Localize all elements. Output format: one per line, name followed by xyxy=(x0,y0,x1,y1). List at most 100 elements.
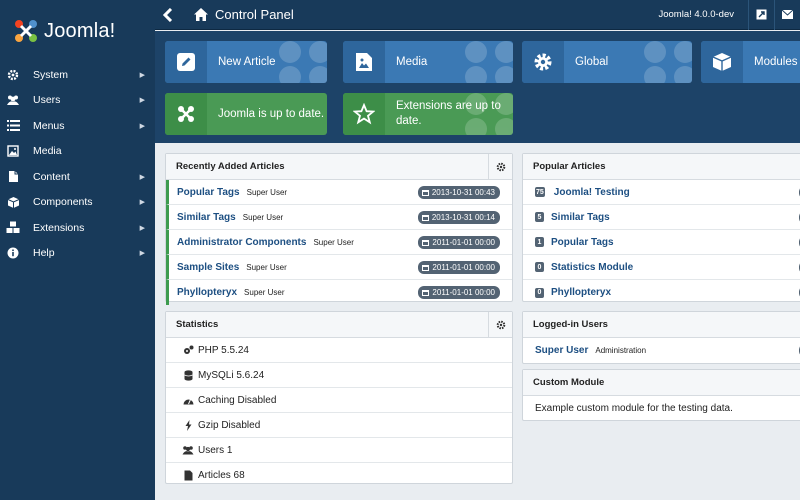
article-link[interactable]: Phyllopteryx xyxy=(551,287,611,298)
envelope-icon xyxy=(782,10,793,19)
user-link[interactable]: Super User xyxy=(535,345,588,356)
panel-title: Statistics xyxy=(176,319,219,330)
sidebar-item-label: Menus xyxy=(33,119,65,132)
users-icon xyxy=(182,444,194,456)
sidebar-item-components[interactable]: Components ▶ xyxy=(0,190,155,216)
panel-header: Statistics xyxy=(166,312,512,338)
statistic-row: Articles 68 xyxy=(166,463,512,488)
article-link[interactable]: Phyllopteryx xyxy=(177,287,237,298)
joomla-watermark-icon xyxy=(279,41,327,83)
joomla-update-status-button[interactable]: Joomla is up to date. xyxy=(165,93,327,135)
article-link[interactable]: Joomla! Testing xyxy=(554,187,630,198)
article-link[interactable]: Popular Tags xyxy=(177,187,240,198)
sidebar-item-help[interactable]: Help ▶ xyxy=(0,241,155,267)
statistics-panel: Statistics PHP 5.5.24 MySQLi 5.6.24 Cach… xyxy=(165,311,513,484)
hits-badge: 75 xyxy=(535,187,545,197)
sidebar-item-media[interactable]: Media xyxy=(0,139,155,165)
sidebar-item-label: Extensions xyxy=(33,221,85,234)
toggle-menu-button[interactable] xyxy=(155,0,181,30)
quick-global-button[interactable]: Global xyxy=(522,41,692,83)
main-content: New Article Media Global Modules Joomla … xyxy=(155,31,800,500)
gear-icon xyxy=(496,320,505,329)
joomla-logo[interactable]: Joomla! xyxy=(0,0,155,62)
quick-icon-label: Joomla is up to date. xyxy=(218,107,325,120)
calendar-icon xyxy=(422,290,430,296)
date-badge: 2011-01-01 00:00 xyxy=(418,286,500,299)
header-bar: Control Panel Joomla! 4.0.0-dev xyxy=(155,0,800,30)
quick-modules-button[interactable]: Modules xyxy=(701,41,800,83)
article-link[interactable]: Popular Tags xyxy=(551,237,614,248)
joomla-icon xyxy=(165,93,207,135)
article-author: Super User xyxy=(313,237,354,247)
sidebar-item-label: Users xyxy=(33,94,61,107)
panel-options-button[interactable] xyxy=(488,312,512,337)
popular-article-row: 1 Popular Tags xyxy=(523,230,800,255)
date-badge: 2011-01-01 00:00 xyxy=(418,236,500,249)
article-author: Super User xyxy=(244,288,285,297)
messages-button[interactable] xyxy=(774,0,800,30)
panel-options-button[interactable] xyxy=(488,154,512,179)
external-link-button[interactable] xyxy=(748,0,774,30)
article-row: Popular Tags Super User 2013-10-31 00:43 xyxy=(166,180,512,205)
article-link[interactable]: Statistics Module xyxy=(551,262,633,273)
panel-title: Custom Module xyxy=(533,377,605,388)
sidebar: Joomla! System ▶ Users ▶ Menus ▶ Media C… xyxy=(0,0,155,500)
article-date: 2011-01-01 00:00 xyxy=(432,238,495,247)
article-link[interactable]: Similar Tags xyxy=(551,212,610,223)
quick-new-article-button[interactable]: New Article xyxy=(165,41,327,83)
sidebar-item-extensions[interactable]: Extensions ▶ xyxy=(0,215,155,241)
sidebar-item-label: Media xyxy=(33,145,62,158)
user-client: Administration xyxy=(595,346,647,355)
popular-article-row: 5 Similar Tags xyxy=(523,205,800,230)
caret-right-icon: ▶ xyxy=(139,97,145,105)
sidebar-item-content[interactable]: Content ▶ xyxy=(0,164,155,190)
popular-articles-panel: Popular Articles 75 Joomla! Testing 5 Si… xyxy=(522,153,800,302)
statistic-row: PHP 5.5.24 xyxy=(166,338,512,363)
extensions-update-status-button[interactable]: Extensions are up to date. xyxy=(343,93,513,135)
sidebar-item-system[interactable]: System ▶ xyxy=(0,62,155,88)
quick-icon-label: New Article xyxy=(218,55,276,68)
caret-right-icon: ▶ xyxy=(139,173,145,181)
custom-module-panel: Custom Module Example custom module for … xyxy=(522,369,800,421)
article-date: 2011-01-01 00:00 xyxy=(432,288,495,297)
article-row: Sample Sites Super User 2011-01-01 00:00 xyxy=(166,255,512,280)
article-link[interactable]: Similar Tags xyxy=(177,212,236,223)
info-icon xyxy=(6,246,20,260)
cubes-icon xyxy=(6,221,20,235)
pencil-icon xyxy=(165,41,207,83)
quick-icon-label: Media xyxy=(396,55,428,68)
statistic-row: Caching Disabled xyxy=(166,388,512,413)
file-icon xyxy=(182,470,194,482)
hits-badge: 5 xyxy=(535,212,544,222)
image-icon xyxy=(6,144,20,158)
file-icon xyxy=(6,170,20,184)
popular-article-row: 75 Joomla! Testing xyxy=(523,180,800,205)
quick-icon-label: Global xyxy=(575,55,609,68)
article-date: 2011-01-01 00:00 xyxy=(432,263,495,272)
article-row: Phyllopteryx Super User 2011-01-01 00:00 xyxy=(166,280,512,305)
calendar-icon xyxy=(421,190,429,196)
article-row: Administrator Components Super User 2011… xyxy=(166,230,512,255)
sidebar-item-menus[interactable]: Menus ▶ xyxy=(0,113,155,139)
article-link[interactable]: Sample Sites xyxy=(177,262,239,273)
sidebar-item-label: Help xyxy=(33,247,55,260)
article-row: Similar Tags Super User 2013-10-31 00:14 xyxy=(166,205,512,230)
statistic-label: Gzip Disabled xyxy=(198,419,261,431)
sidebar-item-users[interactable]: Users ▶ xyxy=(0,88,155,114)
statistic-label: Users 1 xyxy=(198,444,233,456)
panel-title: Logged-in Users xyxy=(533,319,608,330)
article-date: 2013-10-31 00:43 xyxy=(431,188,495,197)
brand-name: Joomla! xyxy=(44,19,116,42)
joomla-watermark-icon xyxy=(465,41,513,83)
sidebar-item-label: System xyxy=(33,68,69,81)
popular-article-row: 0 Statistics Module xyxy=(523,255,800,280)
quick-media-button[interactable]: Media xyxy=(343,41,513,83)
joomla-watermark-icon xyxy=(644,41,692,83)
logged-in-users-panel: Logged-in Users Super User Administratio… xyxy=(522,311,800,364)
page-title: Control Panel xyxy=(215,7,294,22)
list-icon xyxy=(6,119,20,133)
cogs-icon xyxy=(182,344,194,356)
article-link[interactable]: Administrator Components xyxy=(177,237,306,248)
sidebar-item-label: Components xyxy=(33,196,93,209)
caret-right-icon: ▶ xyxy=(139,71,145,79)
